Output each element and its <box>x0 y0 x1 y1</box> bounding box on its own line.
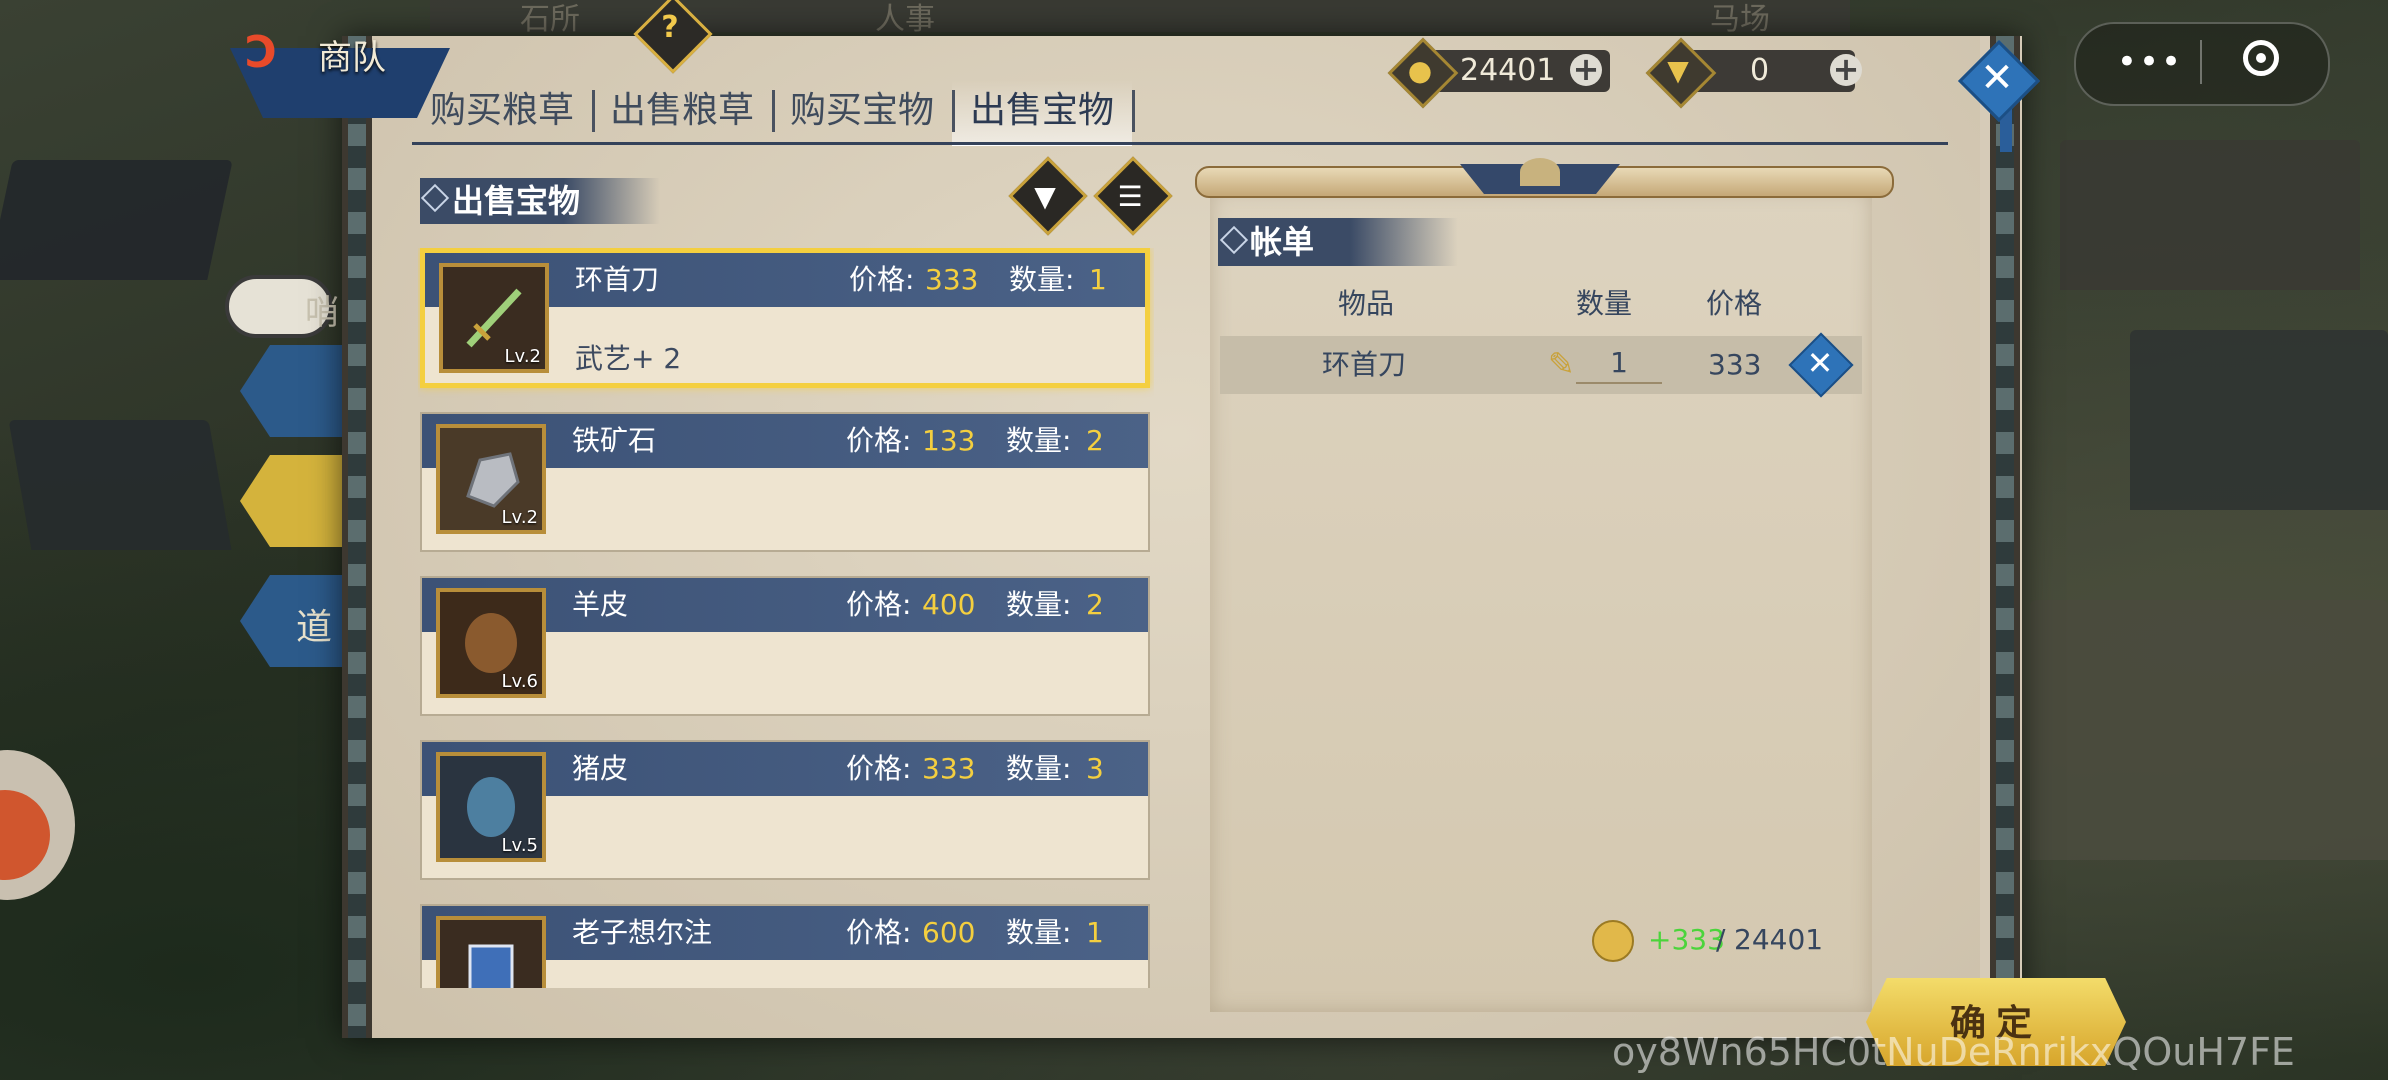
panel-rope-right <box>1990 36 2020 1038</box>
scene-roof <box>2130 330 2388 510</box>
item-price-label: 价格: <box>846 752 912 785</box>
coin-icon <box>1592 920 1634 962</box>
item-qty-label: 数量: <box>1006 424 1072 457</box>
bill-col-price: 价格 <box>1706 287 1763 320</box>
list-item[interactable]: Lv.6 羊皮 价格: 400 数量: 2 <box>420 576 1150 716</box>
item-price: 333 <box>922 752 976 785</box>
scene-label-2: 人事 <box>875 2 935 37</box>
item-icon: Lv.6 <box>436 588 546 698</box>
sheepskin-icon <box>465 613 517 673</box>
tab-buy-treasure[interactable]: 购买宝物 <box>772 80 952 142</box>
item-qty: 2 <box>1086 588 1104 621</box>
scene-roof <box>2060 140 2360 290</box>
list-title: 出售宝物 <box>452 182 581 220</box>
item-name: 铁矿石 <box>572 424 657 457</box>
coin-icon: ● <box>1407 54 1433 87</box>
bill-title: 帐单 <box>1250 223 1315 261</box>
item-price-label: 价格: <box>846 916 912 949</box>
item-price-label: 价格: <box>849 263 915 296</box>
item-icon <box>436 916 546 988</box>
item-name: 环首刀 <box>575 263 660 296</box>
item-icon: Lv.2 <box>436 424 546 534</box>
ingot-icon: ▼ <box>1667 54 1689 87</box>
edit-quantity-icon[interactable]: ✎ <box>1548 344 1576 384</box>
horn-label: 哨 <box>305 293 339 333</box>
close-miniprogram-icon[interactable] <box>2243 40 2279 76</box>
tab-underline <box>412 142 1948 145</box>
item-qty-label: 数量: <box>1006 916 1072 949</box>
coin-value: 24401 <box>1460 53 1556 88</box>
item-icon: Lv.2 <box>439 263 549 373</box>
item-price: 133 <box>922 424 976 457</box>
item-name: 羊皮 <box>572 588 629 621</box>
miniprogram-menu <box>2074 22 2330 106</box>
book-icon <box>468 944 514 988</box>
scene-roof <box>0 160 233 280</box>
bill-row <box>1220 336 1862 394</box>
item-qty: 1 <box>1089 263 1107 296</box>
add-ingots-button[interactable]: + <box>1830 53 1862 86</box>
pigskin-icon <box>467 777 515 837</box>
filter-icon: ▼ <box>1034 180 1056 213</box>
list-item[interactable]: Lv.5 猪皮 价格: 333 数量: 3 <box>420 740 1150 880</box>
ingot-value: 0 <box>1750 53 1770 88</box>
total-separator: / <box>1716 923 1726 956</box>
add-coins-button[interactable]: + <box>1570 53 1602 86</box>
bill-col-qty: 数量 <box>1576 287 1633 320</box>
caravan-logo-icon: Ↄ <box>245 27 278 78</box>
list-item[interactable]: Lv.2 环首刀 价格: 333 数量: 1 武艺+ 2 <box>420 248 1150 388</box>
sword-icon <box>466 288 522 348</box>
item-qty-label: 数量: <box>1006 588 1072 621</box>
help-icon: ? <box>661 10 679 45</box>
item-level: Lv.6 <box>501 671 538 692</box>
menu-divider <box>2200 40 2202 84</box>
total-coins: 24401 <box>1734 923 1824 956</box>
list-icon: ☰ <box>1117 180 1143 213</box>
iron-ore-icon <box>466 452 520 508</box>
item-list: Lv.2 环首刀 价格: 333 数量: 1 武艺+ 2 Lv.2 铁矿石 价格… <box>418 248 1154 988</box>
list-item[interactable]: 老子想尔注 价格: 600 数量: 1 <box>420 904 1150 988</box>
tab-buy-fodder[interactable]: 购买粮草 <box>412 80 592 142</box>
bill-scroll <box>1210 190 1872 1012</box>
bill-item-name: 环首刀 <box>1322 348 1407 381</box>
scene-label-1: 石所 <box>520 2 580 37</box>
item-qty-label: 数量: <box>1006 752 1072 785</box>
item-level: Lv.2 <box>504 346 541 367</box>
item-icon: Lv.5 <box>436 752 546 862</box>
close-icon: ✕ <box>1980 55 2014 101</box>
total-gain: +333 <box>1648 923 1725 956</box>
item-price-label: 价格: <box>846 424 912 457</box>
item-qty: 2 <box>1086 424 1104 457</box>
item-price: 333 <box>925 263 979 296</box>
item-price: 400 <box>922 588 976 621</box>
scene-roof <box>2030 600 2388 860</box>
scene-label-3: 马场 <box>1710 2 1770 37</box>
item-level: Lv.2 <box>501 507 538 528</box>
bill-item-price: 333 <box>1708 348 1762 381</box>
more-icon[interactable]: ••• <box>2115 28 2185 96</box>
tab-sell-fodder[interactable]: 出售粮草 <box>592 80 772 142</box>
side-menu-label: 道 <box>296 607 333 648</box>
scene-roof <box>8 420 232 550</box>
item-qty: 1 <box>1086 916 1104 949</box>
item-name: 老子想尔注 <box>572 916 713 949</box>
item-qty: 3 <box>1086 752 1104 785</box>
bill-col-item: 物品 <box>1338 287 1395 320</box>
watermark: oy8Wn65HC0tNuDeRnrikxQOuH7FE <box>1612 1030 2295 1074</box>
tab-sell-treasure[interactable]: 出售宝物 <box>952 80 1136 146</box>
item-qty-label: 数量: <box>1009 263 1075 296</box>
bill-quantity-input[interactable]: 1 <box>1576 336 1662 384</box>
tab-bar: 购买粮草 出售粮草 购买宝物 出售宝物 <box>412 80 1136 146</box>
item-name: 猪皮 <box>572 752 629 785</box>
close-icon: ✕ <box>1806 344 1834 382</box>
item-price-label: 价格: <box>846 588 912 621</box>
item-price: 600 <box>922 916 976 949</box>
seal-icon <box>1520 158 1560 186</box>
item-level: Lv.5 <box>501 835 538 856</box>
caravan-title: 商队 <box>318 38 386 78</box>
panel-rope-left <box>342 36 372 1038</box>
item-attribute: 武艺+ 2 <box>575 342 682 375</box>
list-item[interactable]: Lv.2 铁矿石 价格: 133 数量: 2 <box>420 412 1150 552</box>
